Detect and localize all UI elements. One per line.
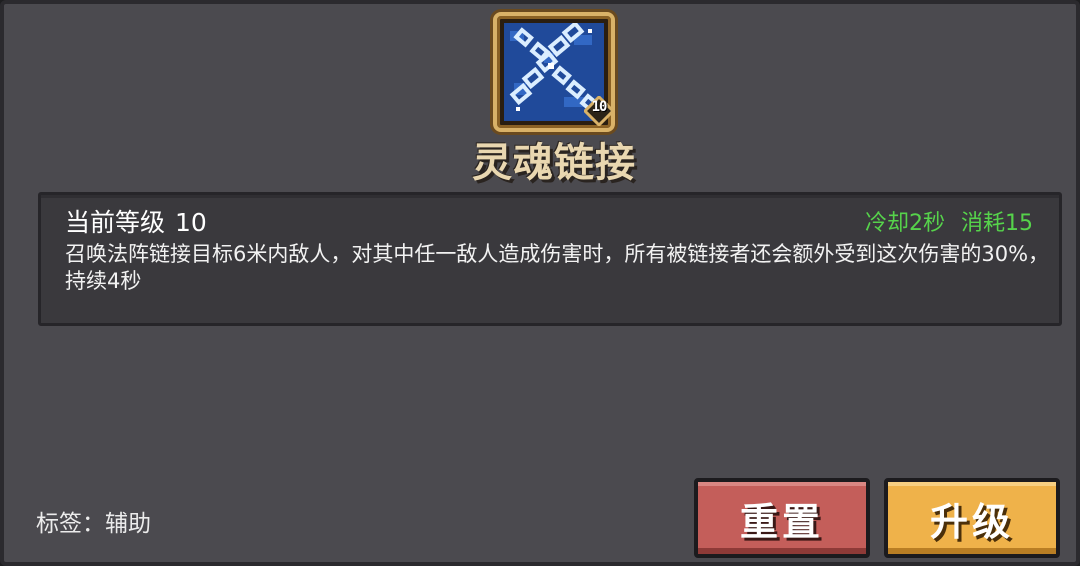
level-badge-number: 10 — [591, 99, 608, 115]
cooldown-text: 冷却2秒 — [865, 211, 945, 236]
current-level: 当前等级 10 — [65, 203, 207, 239]
current-level-value: 10 — [175, 208, 207, 237]
skill-detail-panel: 10 灵魂链接 当前等级 10 冷却2秒 消耗15 召唤法阵链接目标6米内敌人，对其… — [0, 0, 1080, 566]
upgrade-button[interactable]: 升级 — [884, 478, 1060, 558]
skill-name: 灵魂链接 — [472, 140, 636, 186]
skill-description-box: 当前等级 10 冷却2秒 消耗15 召唤法阵链接目标6米内敌人，对其中任一敌人造成伤… — [38, 192, 1062, 326]
skill-stats: 冷却2秒 消耗15 — [865, 205, 1033, 237]
current-level-label: 当前等级 — [65, 208, 166, 237]
skill-description: 召唤法阵链接目标6米内敌人，对其中任一敌人造成伤害时，所有被链接者还会额外受到这… — [65, 242, 1050, 293]
cost-text: 消耗15 — [961, 211, 1033, 236]
reset-button[interactable]: 重置 — [694, 478, 870, 558]
skill-tags: 标签：辅助 — [36, 511, 151, 537]
